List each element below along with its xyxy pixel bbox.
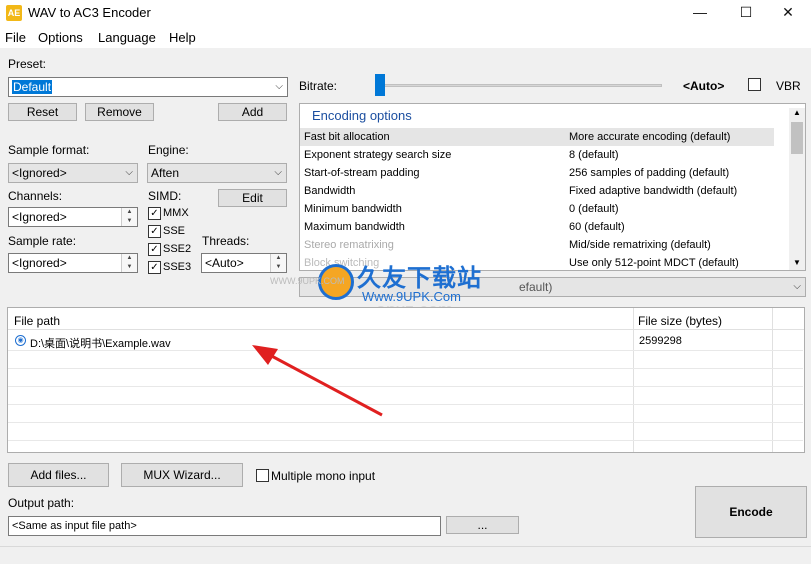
preset-value: Default [12,80,53,94]
encoding-options-header: Encoding options [312,108,412,123]
column-divider [772,308,773,452]
title-bar: AE WAV to AC3 Encoder — ☐ ✕ [0,0,811,26]
app-icon: AE [6,5,22,21]
threads-label: Threads: [202,234,250,248]
minimize-button[interactable]: — [677,0,723,26]
multiple-mono-checkbox[interactable] [256,469,269,482]
simd-sse-checkbox[interactable]: ✓ [148,225,161,238]
channels-spinner[interactable]: <Ignored> ▲ ▼ [8,207,138,227]
preset-label: Preset: [8,57,47,71]
options-scrollbar[interactable]: ▲ ▼ [789,108,805,270]
encode-button[interactable]: Encode [695,486,807,538]
option-row[interactable]: Maximum bandwidth 60 (default) [300,218,774,236]
file-size-cell: 2599298 [639,335,682,347]
window-title: WAV to AC3 Encoder [28,5,151,20]
file-path-cell: D:\桌面\说明书\Example.wav [30,338,171,350]
scrollbar-thumb[interactable] [791,122,803,154]
spinner-arrows-icon[interactable]: ▲ ▼ [121,208,137,226]
add-preset-button[interactable]: Add [218,103,287,121]
preset-combo[interactable]: Default ⌵ [8,77,288,97]
threads-spinner[interactable]: <Auto> ▲ ▼ [201,253,287,273]
menu-help[interactable]: Help [169,30,196,45]
spinner-arrows-icon[interactable]: ▲ ▼ [121,254,137,272]
watermark-left: WWW.9UPK.COM [270,276,345,286]
chevron-down-icon: ⌵ [793,281,801,292]
option-row[interactable]: Stereo rematrixing Mid/side rematrixing … [300,236,774,254]
sample-rate-label: Sample rate: [8,234,77,248]
sample-format-label: Sample format: [8,143,90,157]
add-files-button[interactable]: Add files... [8,463,109,487]
bitrate-label: Bitrate: [299,79,338,93]
encoding-options-list: Fast bit allocation More accurate encodi… [300,128,787,270]
menu-bar: File Options Language Help [0,26,811,48]
mux-wizard-button[interactable]: MUX Wizard... [121,463,243,487]
simd-mmx-label: MMX [163,207,189,219]
menu-file[interactable]: File [5,30,26,45]
scroll-up-icon[interactable]: ▲ [789,108,805,120]
file-list-header: File path File size (bytes) [8,308,804,452]
multiple-mono-label: Multiple mono input [271,469,376,483]
audio-file-icon: ◉ [15,335,26,346]
bitrate-slider-thumb[interactable] [375,74,385,96]
simd-mmx-checkbox[interactable]: ✓ [148,207,161,220]
maximize-button[interactable]: ☐ [723,0,769,26]
option-row[interactable]: Bandwidth Fixed adaptive bandwidth (defa… [300,182,774,200]
simd-sse2-label: SSE2 [163,243,192,255]
sample-rate-value: <Ignored> [12,256,67,270]
chevron-down-icon: ⌵ [274,167,282,178]
row-divider [8,440,803,441]
file-list[interactable]: File path File size (bytes) ◉ D:\桌面\说明书\… [7,307,805,453]
option-row[interactable]: Exponent strategy search size 8 (default… [300,146,774,164]
output-path-label: Output path: [8,496,75,510]
row-divider [8,422,803,423]
output-path-input[interactable]: <Same as input file path> [8,516,441,536]
scroll-down-icon[interactable]: ▼ [789,258,805,270]
option-row[interactable]: Fast bit allocation More accurate encodi… [300,128,774,146]
sample-format-combo[interactable]: <Ignored> ⌵ [8,163,138,183]
channels-label: Channels: [8,189,63,203]
vbr-label: VBR [776,79,801,93]
threads-value: <Auto> [205,256,244,270]
option-row[interactable]: Minimum bandwidth 0 (default) [300,200,774,218]
simd-sse3-label: SSE3 [163,261,192,273]
engine-label: Engine: [148,143,189,157]
bitrate-value: <Auto> [683,79,725,93]
row-divider [8,350,803,351]
simd-sse-label: SSE [163,225,186,237]
menu-language[interactable]: Language [98,30,156,45]
channels-value: <Ignored> [12,210,67,224]
simd-label: SIMD: [148,189,182,203]
remove-button[interactable]: Remove [85,103,154,121]
table-row[interactable]: ◉ D:\桌面\说明书\Example.wav 2599298 [8,332,804,350]
bitrate-slider-track[interactable] [378,84,662,87]
menu-options[interactable]: Options [38,30,83,45]
sample-format-value: <Ignored> [12,166,67,180]
encoding-options-panel: Encoding options Fast bit allocation Mor… [299,103,806,271]
close-button[interactable]: ✕ [765,0,811,26]
annotation-arrow-icon [252,345,383,417]
column-file-size[interactable]: File size (bytes) [638,314,722,328]
row-divider [8,404,803,405]
row-divider [8,386,803,387]
watermark-text: 久友下载站 [357,265,482,292]
browse-button[interactable]: ... [446,516,519,534]
option-value-text: efault) [519,280,553,294]
simd-sse3-checkbox[interactable]: ✓ [148,261,161,274]
chevron-down-icon: ⌵ [125,167,133,178]
edit-engine-button[interactable]: Edit [218,189,287,207]
engine-value: Aften [151,166,180,180]
chevron-down-icon: ⌵ [275,81,283,92]
column-divider [633,308,634,452]
simd-sse2-checkbox[interactable]: ✓ [148,243,161,256]
option-row[interactable]: Start-of-stream padding 256 samples of p… [300,164,774,182]
vbr-checkbox[interactable] [748,78,761,91]
reset-button[interactable]: Reset [8,103,77,121]
row-divider [8,368,803,369]
column-file-path[interactable]: File path [14,314,60,328]
engine-combo[interactable]: Aften ⌵ [147,163,287,183]
sample-rate-spinner[interactable]: <Ignored> ▲ ▼ [8,253,138,273]
spinner-arrows-icon[interactable]: ▲ ▼ [270,254,286,272]
status-bar [0,546,811,564]
